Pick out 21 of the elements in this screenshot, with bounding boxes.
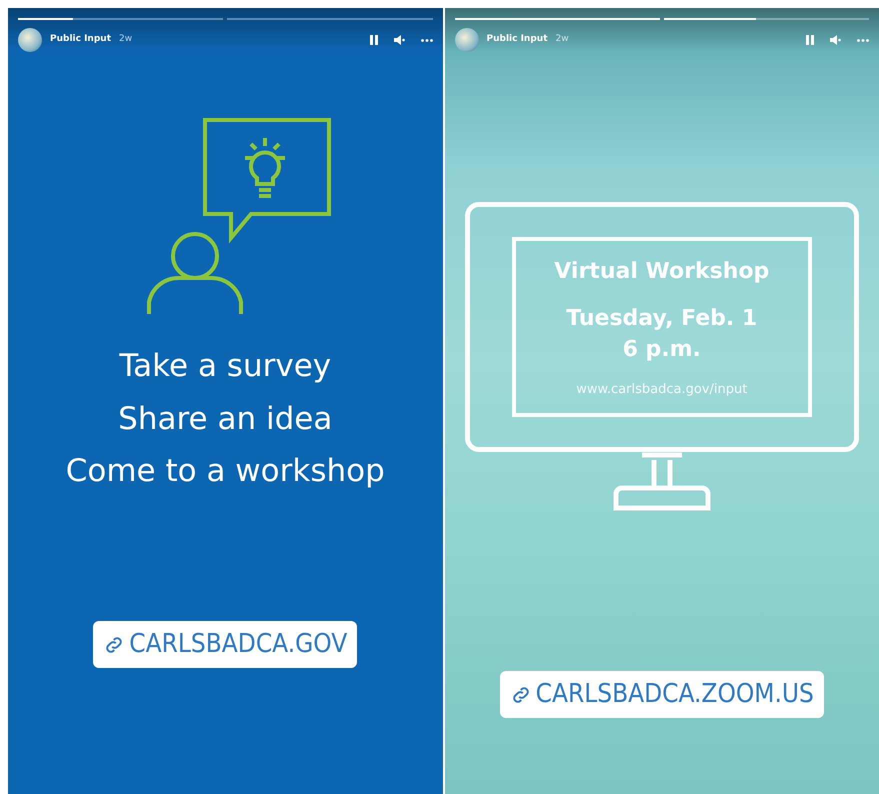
pause-icon[interactable] xyxy=(370,35,378,45)
workshop-title: Virtual Workshop xyxy=(553,258,770,286)
caption-line: Share an idea xyxy=(117,400,334,439)
workshop-date: Tuesday, Feb. 1 xyxy=(565,304,758,333)
workshop-time: 6 p.m. xyxy=(622,336,702,364)
link-sticker[interactable]: CARLSBADCA.GOV xyxy=(93,621,358,668)
post-age: 2w xyxy=(119,33,132,46)
avatar[interactable] xyxy=(18,28,42,52)
more-icon[interactable] xyxy=(420,38,432,42)
post-age: 2w xyxy=(556,33,569,46)
more-icon[interactable] xyxy=(857,38,869,42)
account-name[interactable]: Public Input xyxy=(50,33,111,47)
caption-line: Come to a workshop xyxy=(66,452,385,492)
avatar[interactable] xyxy=(454,28,478,52)
link-sticker[interactable]: CARLSBADCA.ZOOM.US xyxy=(500,671,824,718)
pause-icon[interactable] xyxy=(806,35,814,45)
speaker-icon[interactable] xyxy=(394,35,404,45)
speaker-icon[interactable] xyxy=(830,35,841,45)
caption-line: Take a survey xyxy=(118,347,332,386)
workshop-url: www.carlsbadca.gov/input xyxy=(575,380,748,399)
account-name[interactable]: Public Input xyxy=(486,33,548,47)
